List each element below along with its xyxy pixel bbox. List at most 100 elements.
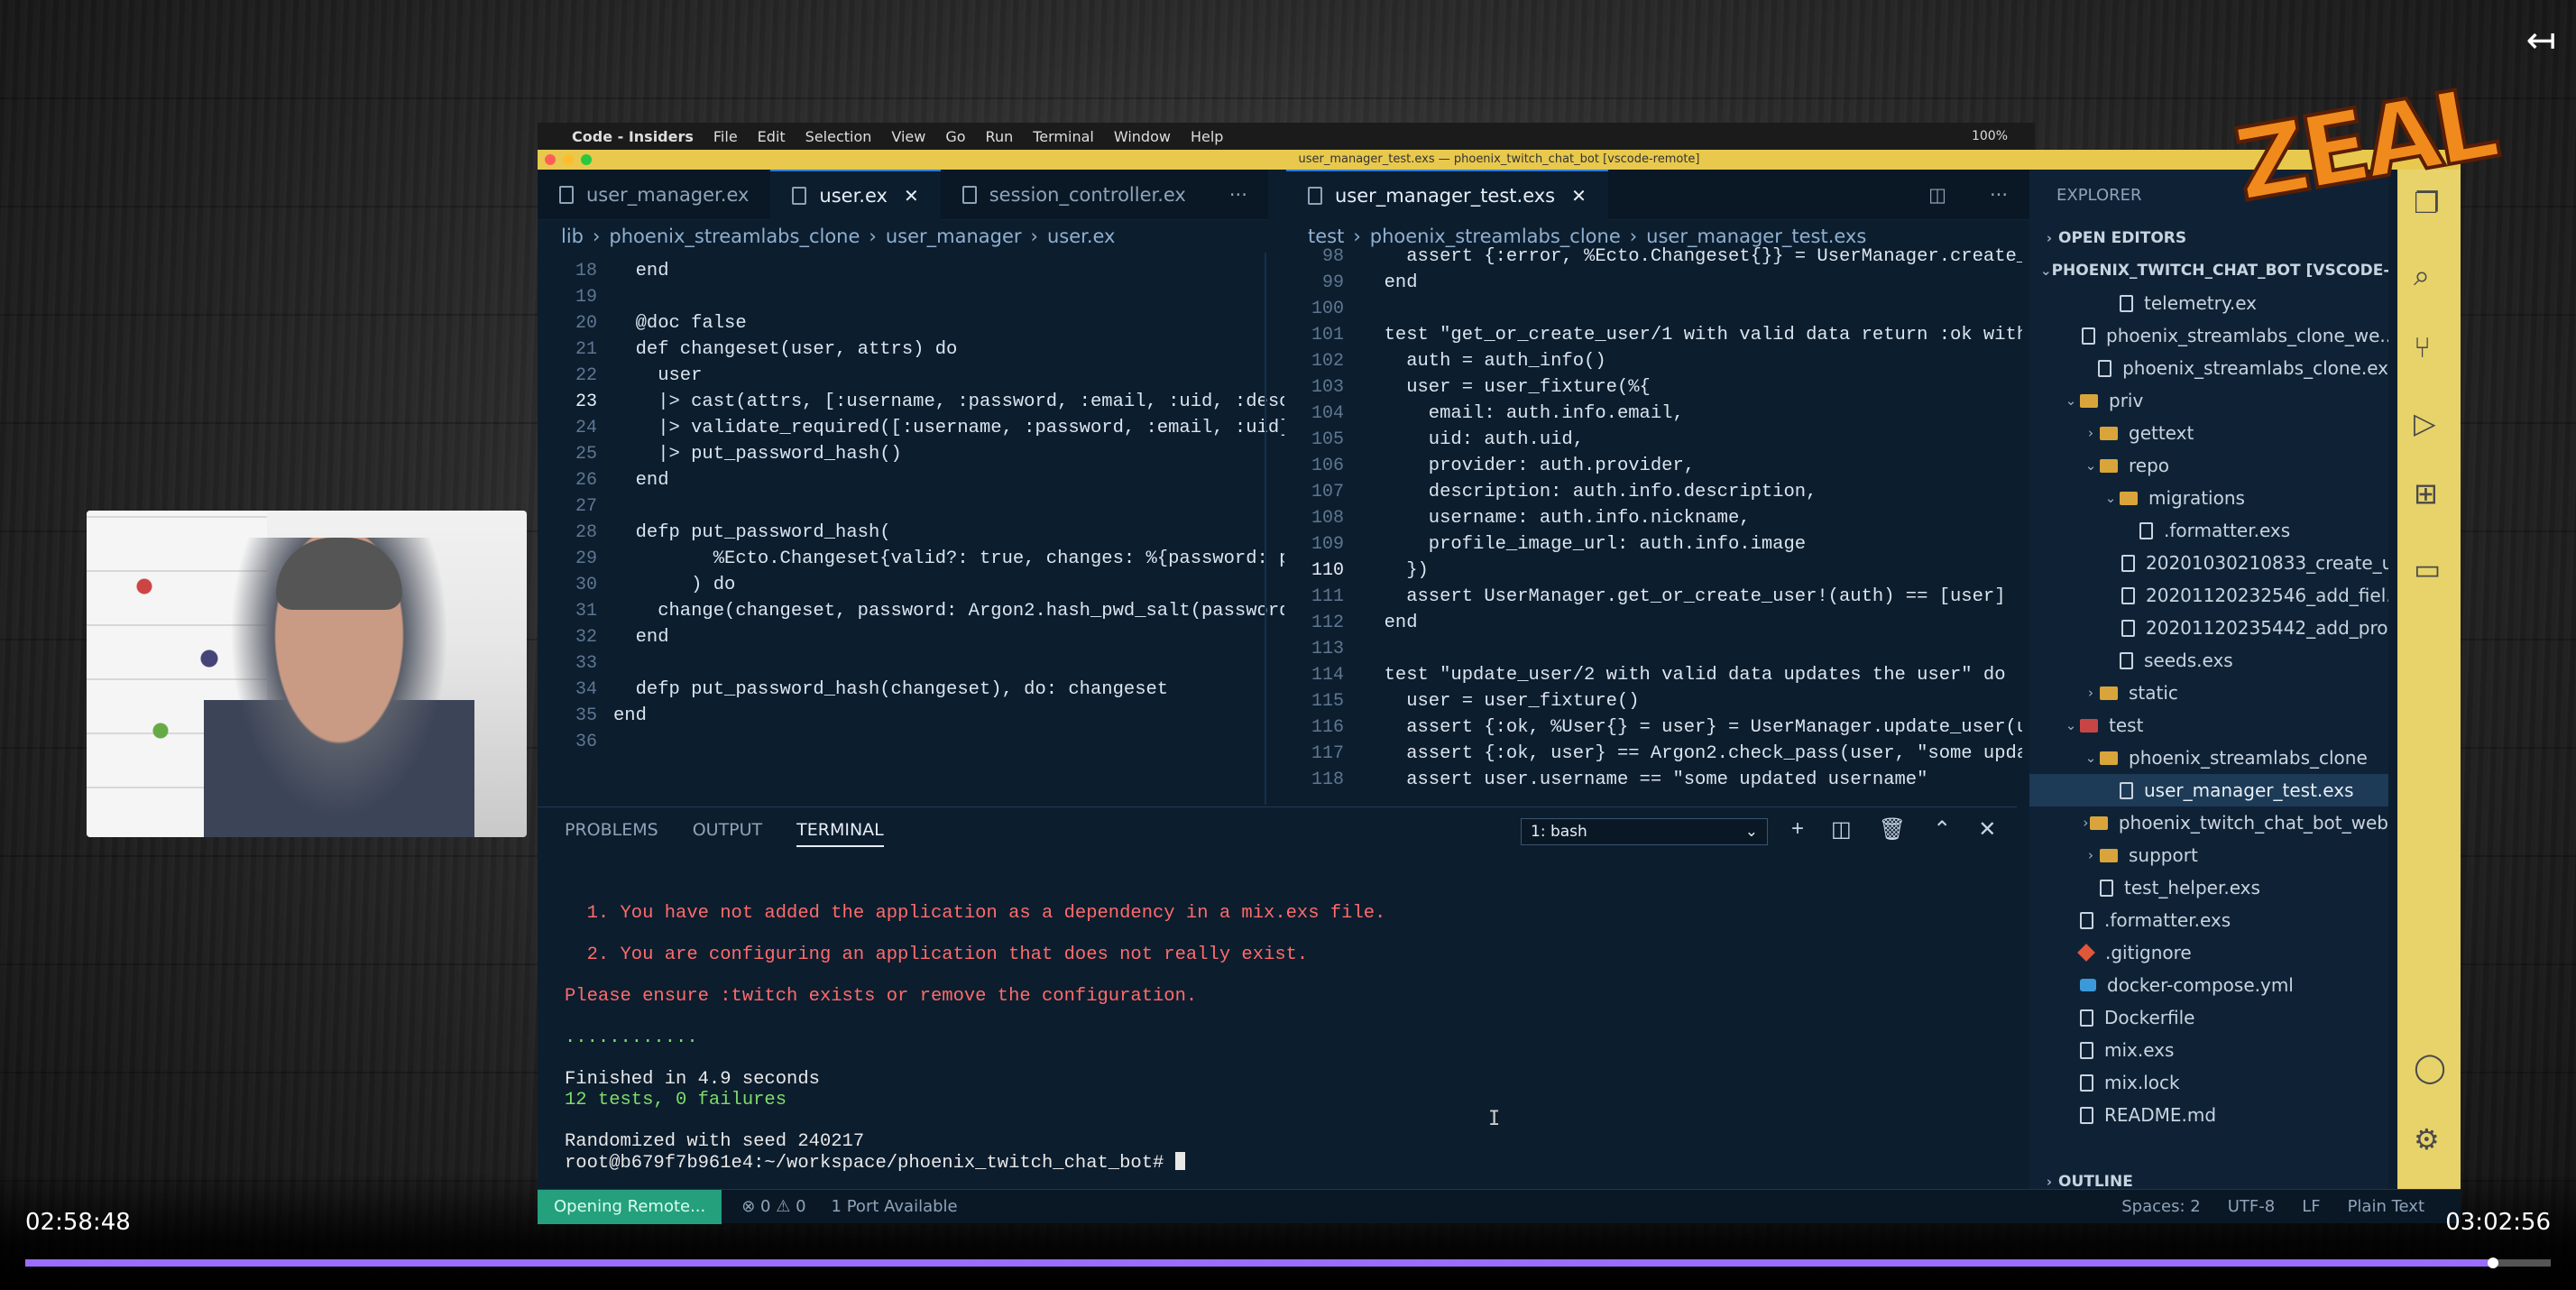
code-line: end: [613, 470, 669, 491]
zoom-window-icon[interactable]: [581, 154, 592, 165]
tree-folder[interactable]: ⌄ migrations: [2029, 482, 2388, 514]
tree-file[interactable]: README.md: [2029, 1099, 2388, 1131]
tree-folder[interactable]: › support: [2029, 839, 2388, 871]
eol-status[interactable]: LF: [2302, 1197, 2320, 1216]
progress-bar[interactable]: [25, 1258, 2551, 1268]
remote-indicator[interactable]: Opening Remote...: [538, 1189, 722, 1224]
tab-label: user.ex: [819, 185, 888, 207]
tree-file[interactable]: .formatter.exs: [2029, 904, 2388, 936]
search-icon[interactable]: ⌕: [2414, 258, 2430, 293]
tree-file[interactable]: phoenix_streamlabs_clone_we...: [2029, 319, 2388, 352]
vscode-window: user_manager.ex user.ex ✕ session_control…: [538, 170, 2461, 1224]
new-terminal-icon[interactable]: +: [1791, 816, 1804, 843]
menu-view[interactable]: View: [891, 128, 925, 145]
run-debug-icon[interactable]: ▷: [2414, 406, 2436, 440]
language-status[interactable]: Plain Text: [2348, 1197, 2424, 1216]
tab-terminal[interactable]: TERMINAL: [796, 820, 884, 847]
tab-user-manager-test[interactable]: user_manager_test.exs ✕: [1286, 170, 1608, 220]
code-line: assert {:ok, %User{} = user} = UserManag…: [1362, 717, 2022, 738]
tree-file[interactable]: seeds.exs: [2029, 644, 2388, 677]
line-number: 115: [1311, 691, 1344, 712]
tab-session-controller[interactable]: session_controller.ex: [941, 170, 1208, 220]
tree-folder[interactable]: › gettext: [2029, 417, 2388, 449]
indentation-status[interactable]: Spaces: 2: [2121, 1197, 2200, 1216]
problems-count[interactable]: ⊗ 0 ⚠ 0: [741, 1197, 805, 1216]
editor-split-divider[interactable]: [1265, 253, 1266, 805]
menu-run[interactable]: Run: [986, 128, 1014, 145]
breadcrumb-item[interactable]: user_manager: [886, 226, 1022, 247]
tree-file[interactable]: test_helper.exs: [2029, 871, 2388, 904]
tab-problems[interactable]: PROBLEMS: [565, 820, 658, 847]
encoding-status[interactable]: UTF-8: [2228, 1197, 2275, 1216]
maximize-panel-icon[interactable]: ⌃: [1933, 816, 1951, 843]
tree-label: seeds.exs: [2144, 650, 2233, 671]
close-panel-icon[interactable]: ✕: [1978, 816, 1996, 843]
tree-file[interactable]: phoenix_streamlabs_clone.ex: [2029, 352, 2388, 384]
back-arrow-icon[interactable]: ↤: [2525, 20, 2556, 61]
split-terminal-icon[interactable]: ◫: [1831, 816, 1852, 843]
source-control-icon[interactable]: ⑂: [2414, 330, 2431, 364]
tree-folder[interactable]: ⌄ priv: [2029, 384, 2388, 417]
close-window-icon[interactable]: [545, 154, 556, 165]
line-number: 116: [1311, 717, 1344, 738]
breadcrumb-item[interactable]: user.ex: [1047, 226, 1116, 247]
tab-user[interactable]: user.ex ✕: [770, 170, 941, 220]
tree-folder[interactable]: docker-compose.yml: [2029, 969, 2388, 1001]
code-line: |> put_password_hash(): [613, 444, 902, 465]
more-tabs-button[interactable]: ···: [1208, 170, 1269, 220]
remote-explorer-icon[interactable]: ▭: [2414, 552, 2441, 586]
menu-terminal[interactable]: Terminal: [1033, 128, 1094, 145]
breadcrumb-item[interactable]: lib: [561, 226, 584, 247]
tree-file[interactable]: mix.exs: [2029, 1034, 2388, 1066]
tree-label: .gitignore: [2105, 942, 2192, 963]
right-code-editor[interactable]: assert {:error, %Ecto.Changeset{}} = Use…: [1362, 244, 2022, 803]
line-number: 104: [1311, 403, 1344, 424]
line-number: 18: [575, 261, 597, 281]
terminal-select[interactable]: 1: bash ⌄: [1521, 818, 1768, 845]
line-number: 102: [1311, 351, 1344, 372]
zeal-logo: ZEAL: [2217, 60, 2503, 240]
close-tab-icon[interactable]: ✕: [1571, 185, 1587, 207]
tree-file[interactable]: .formatter.exs: [2029, 514, 2388, 547]
menu-file[interactable]: File: [713, 128, 738, 145]
tree-folder[interactable]: ⌄ phoenix_streamlabs_clone: [2029, 742, 2388, 774]
terminal-output[interactable]: ​​ 1. You have not added the application…: [565, 862, 1385, 1174]
app-name[interactable]: Code - Insiders: [572, 128, 694, 145]
split-editor-icon[interactable]: ◫: [1907, 170, 1968, 220]
line-number: 19: [575, 287, 597, 308]
menu-selection[interactable]: Selection: [805, 128, 872, 145]
tree-file[interactable]: 20201120232546_add_fiel...: [2029, 579, 2388, 612]
menu-help[interactable]: Help: [1191, 128, 1223, 145]
tab-output[interactable]: OUTPUT: [693, 820, 762, 847]
tree-folder[interactable]: › phoenix_twitch_chat_bot_web: [2029, 806, 2388, 839]
workspace-section[interactable]: ⌄ PHOENIX_TWITCH_CHAT_BOT [VSCODE-...: [2029, 254, 2388, 287]
tree-folder[interactable]: .gitignore: [2029, 936, 2388, 969]
progress-knob[interactable]: [2487, 1258, 2498, 1268]
trash-icon[interactable]: 🗑: [1879, 816, 1906, 843]
left-code-editor[interactable]: end​ @doc false def changeset(user, attr…: [613, 258, 1284, 799]
gear-icon[interactable]: ⚙: [2414, 1122, 2440, 1156]
close-tab-icon[interactable]: ✕: [904, 185, 919, 207]
tree-label: phoenix_twitch_chat_bot_web: [2118, 812, 2388, 834]
terminal-select-value: 1: bash: [1531, 823, 1587, 841]
line-number: 27: [575, 496, 597, 517]
menu-window[interactable]: Window: [1114, 128, 1171, 145]
tree-folder[interactable]: › static: [2029, 677, 2388, 709]
minimize-window-icon[interactable]: [563, 154, 574, 165]
tree-file[interactable]: mix.lock: [2029, 1066, 2388, 1099]
tree-file[interactable]: Dockerfile: [2029, 1001, 2388, 1034]
tree-file[interactable]: telemetry.ex: [2029, 287, 2388, 319]
account-icon[interactable]: ◯: [2414, 1050, 2446, 1084]
tree-folder[interactable]: ⌄ repo: [2029, 449, 2388, 482]
ports-status[interactable]: 1 Port Available: [832, 1197, 958, 1216]
tree-folder[interactable]: ⌄ test: [2029, 709, 2388, 742]
menu-edit[interactable]: Edit: [758, 128, 786, 145]
more-actions-icon[interactable]: ···: [1968, 170, 2029, 220]
extensions-icon[interactable]: ⊞: [2414, 476, 2438, 511]
menu-go[interactable]: Go: [945, 128, 965, 145]
tree-file[interactable]: 20201030210833_create_u...: [2029, 547, 2388, 579]
tree-file[interactable]: 20201120235442_add_pro...: [2029, 612, 2388, 644]
tree-file[interactable]: user_manager_test.exs: [2029, 774, 2388, 806]
tab-user-manager[interactable]: user_manager.ex: [538, 170, 770, 220]
breadcrumb-item[interactable]: phoenix_streamlabs_clone: [609, 226, 860, 247]
